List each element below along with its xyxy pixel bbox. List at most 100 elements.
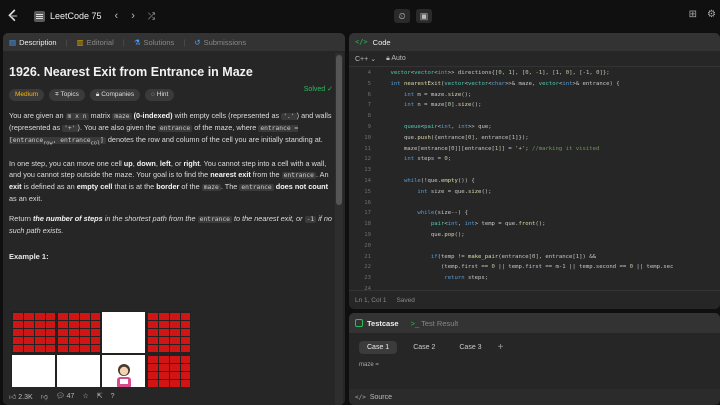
maze-wall-cell bbox=[56, 311, 101, 354]
code-text: int nearestExit(vector<vector<char>>& ma… bbox=[390, 80, 620, 87]
check-circle-icon: ✓ bbox=[327, 86, 333, 93]
code-line[interactable]: 19 que.pop(); bbox=[349, 230, 720, 241]
tab-divider: | bbox=[122, 37, 125, 47]
save-status: Saved bbox=[396, 296, 415, 304]
code-line[interactable]: 6 int m = maze.size(); bbox=[349, 90, 720, 101]
code-line[interactable]: 13 bbox=[349, 165, 720, 176]
code-line[interactable]: 20 bbox=[349, 241, 720, 252]
code-text: while(!que.empty()) { bbox=[403, 177, 475, 184]
favorite-icon[interactable]: ☆ bbox=[82, 392, 88, 400]
problem-list-icon[interactable] bbox=[34, 10, 45, 22]
line-number: 6 bbox=[367, 91, 371, 98]
tab-test-result-label: Test Result bbox=[421, 318, 459, 328]
leetcode-logo-icon[interactable] bbox=[6, 9, 20, 23]
dislike-button[interactable]: 👎︎ bbox=[41, 392, 48, 401]
layout-controls: ⏲ ▣ bbox=[394, 9, 432, 23]
tab-editorial[interactable]: ▥ Editorial bbox=[77, 38, 114, 47]
like-button[interactable]: 👍︎ 2.3K bbox=[9, 392, 33, 401]
add-case-icon[interactable]: + bbox=[498, 342, 504, 353]
source-bar[interactable]: </> Source bbox=[349, 389, 720, 405]
code-line[interactable]: 22 (temp.first == 0 || temp.first == m-1… bbox=[349, 262, 720, 273]
shuffle-icon[interactable]: ⤮ bbox=[148, 11, 155, 22]
tab-description[interactable]: ▤ Description bbox=[9, 38, 57, 47]
code-line[interactable]: 17 while(size--) { bbox=[349, 208, 720, 219]
problem-statement-1: You are given an m x n matrix maze (0-in… bbox=[9, 111, 332, 147]
language-label: C++ bbox=[355, 55, 369, 63]
auto-mode[interactable]: 🔒︎ Auto bbox=[386, 55, 406, 63]
code-text: if(temp != make_pair(entrance[0], entran… bbox=[430, 253, 596, 260]
line-number: 23 bbox=[364, 275, 371, 282]
share-icon[interactable]: ⇱ bbox=[97, 392, 103, 400]
layout-icon[interactable]: ▣ bbox=[416, 9, 432, 23]
tab-testcase[interactable]: Testcase bbox=[355, 319, 399, 328]
tab-editorial-label: Editorial bbox=[86, 37, 114, 47]
case-tabs: Case 1 Case 2 Case 3 + bbox=[349, 333, 720, 362]
code-line[interactable]: 7 int n = maze[0].size(); bbox=[349, 100, 720, 111]
description-icon: ▤ bbox=[9, 37, 17, 47]
code-text: (temp.first == 0 || temp.first == m-1 ||… bbox=[377, 264, 674, 271]
line-number: 13 bbox=[364, 167, 371, 174]
code-line[interactable]: 10 que.push({entrance[0], entrance[1]}); bbox=[349, 133, 720, 144]
settings-icon[interactable]: ⚙ bbox=[707, 9, 716, 20]
companies-label: Companies bbox=[101, 91, 135, 98]
code-line[interactable]: 12 int steps = 0; bbox=[349, 154, 720, 165]
description-footer: 👍︎ 2.3K 👎︎ 💬︎ 47 ☆ ⇱ ? bbox=[3, 387, 203, 405]
cursor-position: Ln 1, Col 1 bbox=[355, 296, 387, 304]
line-number: 8 bbox=[367, 113, 371, 120]
chevron-left-icon[interactable]: ‹ bbox=[115, 10, 119, 22]
maze-input-label: maze = bbox=[359, 362, 379, 368]
problem-tags: Medium ⌗ Topics 🔒︎ Companies ◌ Hint bbox=[9, 89, 339, 101]
top-right-controls: ⊞ ⚙ bbox=[689, 9, 716, 20]
code-line[interactable]: 9 queue<pair<int, int>> que; bbox=[349, 122, 720, 133]
code-line[interactable]: 14 while(!que.empty()) { bbox=[349, 176, 720, 187]
code-line[interactable]: 11 maze[entrance[0]][entrance[1]] = '+';… bbox=[349, 144, 720, 155]
description-panel: ▤ Description | ▥ Editorial | ⚗ Solution… bbox=[3, 33, 345, 405]
code-editor[interactable]: 4 vector<vector<int>> directions{[0, 1],… bbox=[349, 68, 720, 290]
code-line[interactable]: 15 int size = que.size(); bbox=[349, 187, 720, 198]
chevron-right-icon[interactable]: › bbox=[131, 10, 135, 22]
problem-list-nav[interactable]: LeetCode 75 ‹ › ⤮ bbox=[34, 10, 155, 22]
topics-label: Topics bbox=[60, 91, 79, 98]
problem-title[interactable]: 1926. Nearest Exit from Entrance in Maze bbox=[9, 65, 339, 79]
grid-icon[interactable]: ⊞ bbox=[689, 9, 697, 20]
language-select[interactable]: C++ ⌄ bbox=[355, 55, 376, 63]
topics-button[interactable]: ⌗ Topics bbox=[49, 89, 85, 101]
solved-label: Solved bbox=[303, 86, 326, 93]
code-line[interactable]: 8 bbox=[349, 111, 720, 122]
code-line[interactable]: 23 return steps; bbox=[349, 273, 720, 284]
timer-icon[interactable]: ⏲ bbox=[394, 9, 410, 23]
auto-mode-label: Auto bbox=[391, 54, 406, 62]
code-line[interactable]: 5 int nearestExit(vector<vector<char>>& … bbox=[349, 79, 720, 90]
tab-solutions[interactable]: ⚗ Solutions bbox=[134, 38, 175, 47]
case-1-button[interactable]: Case 1 bbox=[359, 341, 398, 354]
description-scrollbar[interactable] bbox=[335, 53, 343, 405]
description-content: 1926. Nearest Exit from Entrance in Maze… bbox=[3, 51, 345, 405]
scrollbar-thumb[interactable] bbox=[336, 55, 342, 205]
example-heading: Example 1: bbox=[9, 252, 49, 262]
hint-button[interactable]: ◌ Hint bbox=[145, 89, 175, 101]
code-line[interactable]: 18 pair<int, int> temp = que.front(); bbox=[349, 219, 720, 230]
checkbox-icon bbox=[355, 319, 363, 327]
tab-solutions-label: Solutions bbox=[143, 37, 175, 47]
line-number: 12 bbox=[364, 156, 371, 163]
top-bar: LeetCode 75 ‹ › ⤮ ⏲ ▣ ⊞ ⚙ bbox=[0, 0, 720, 32]
code-header: </> Code bbox=[349, 33, 720, 51]
tab-description-label: Description bbox=[19, 37, 57, 47]
code-line[interactable]: 16 bbox=[349, 198, 720, 209]
example-maze-image bbox=[11, 311, 191, 397]
editorial-icon: ▥ bbox=[76, 37, 84, 47]
tab-submissions[interactable]: ↺ Submissions bbox=[194, 38, 246, 47]
code-text: int n = maze[0].size(); bbox=[403, 102, 482, 109]
thumbs-up-icon: 👍︎ bbox=[9, 393, 17, 401]
companies-button[interactable]: 🔒︎ Companies bbox=[89, 89, 141, 101]
description-tabs: ▤ Description | ▥ Editorial | ⚗ Solution… bbox=[3, 33, 345, 51]
tab-divider: | bbox=[183, 37, 186, 47]
code-line[interactable]: 4 vector<vector<int>> directions{[0, 1],… bbox=[349, 68, 720, 79]
tab-test-result[interactable]: >_ Test Result bbox=[411, 319, 459, 328]
code-line[interactable]: 21 if(temp != make_pair(entrance[0], ent… bbox=[349, 252, 720, 263]
case-2-button[interactable]: Case 2 bbox=[405, 341, 443, 354]
comments-button[interactable]: 💬︎ 47 bbox=[56, 392, 75, 400]
case-3-button[interactable]: Case 3 bbox=[451, 341, 489, 354]
problem-list-title[interactable]: LeetCode 75 bbox=[50, 11, 102, 21]
help-icon[interactable]: ? bbox=[111, 393, 115, 400]
